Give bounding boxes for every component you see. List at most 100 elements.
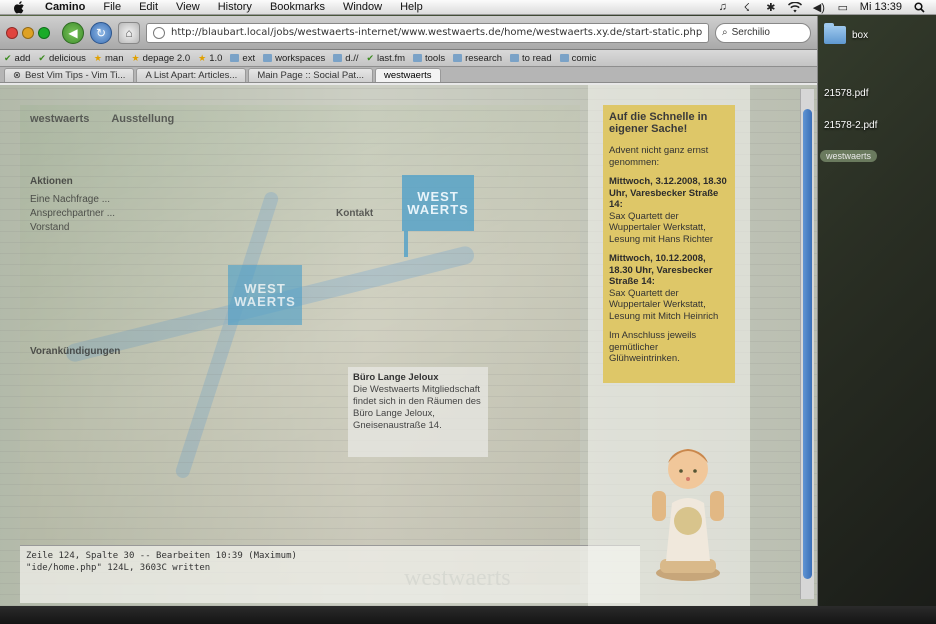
tab-label: A List Apart: Articles... <box>145 70 238 81</box>
bookmark-folder[interactable]: comic <box>559 52 597 64</box>
announcement-title: Auf die Schnelle in eigener Sache! <box>609 111 708 135</box>
bookmark-item[interactable]: ★ 1.0 <box>198 53 222 64</box>
sidebar-item[interactable]: Vorstand <box>30 221 190 235</box>
star-icon: ★ <box>198 52 207 63</box>
desktop-item-label: 21578.pdf <box>824 88 869 99</box>
bookmark-label: d.// <box>345 52 359 64</box>
bookmark-label: tools <box>425 52 446 64</box>
menu-bookmarks[interactable]: Bookmarks <box>261 1 334 13</box>
bookmark-folder[interactable]: d.// <box>333 53 358 64</box>
window-controls <box>6 26 50 39</box>
folder-icon <box>230 54 240 62</box>
sidebar-item[interactable]: Ansprechpartner ... <box>30 207 190 221</box>
bookmarks-bar: ✔ add ✔ delicious ★ man ★ depage 2.0 ★ 1.0 ex… <box>0 50 817 67</box>
bookmark-folder[interactable]: workspaces <box>263 53 325 64</box>
wifi-icon[interactable] <box>787 1 802 13</box>
kontakt-title: Kontakt <box>336 208 374 219</box>
terminal-overlay: Zeile 124, Spalte 30 -- Bearbeiten 10:39… <box>20 545 640 603</box>
bookmark-label: research <box>465 52 503 64</box>
sidebar-heading: Aktionen <box>30 176 73 187</box>
desktop-item-box[interactable]: box <box>824 23 869 44</box>
bookmark-folder[interactable]: to read <box>510 53 552 64</box>
logo-pin <box>404 231 408 257</box>
menu-app-camino[interactable]: Camino <box>36 1 94 13</box>
logo-line: WAERTS <box>407 202 469 217</box>
event-text: Sax Quartett der Wuppertaler Werkstatt, … <box>609 210 714 245</box>
desktop-item-pdf[interactable]: 21578.pdf <box>824 88 869 99</box>
close-tab-icon[interactable]: ⊗ <box>13 70 21 81</box>
sidebar-item[interactable]: Eine Nachfrage ... <box>30 193 190 207</box>
menu-view[interactable]: View <box>167 1 209 13</box>
vertical-scrollbar[interactable] <box>800 89 814 599</box>
menu-history[interactable]: History <box>209 1 261 13</box>
sidebar-heading: Vorankündigungen <box>30 346 121 357</box>
bookmark-folder[interactable]: tools <box>413 53 445 64</box>
browser-window: ◀ ↻ ⌂ http://blaubart.local/jobs/westwae… <box>0 16 818 606</box>
tab-label: Main Page :: Social Pat... <box>257 70 364 81</box>
menu-help[interactable]: Help <box>391 1 432 13</box>
desktop-item-label: box <box>852 29 869 41</box>
star-icon: ★ <box>93 52 102 63</box>
nav-ausstellung[interactable]: Ausstellung <box>111 113 174 125</box>
tab-bar: ⊗ Best Vim Tips - Vim Ti... A List Apart:… <box>0 67 817 83</box>
terminal-line: "ide/home.php" 124L, 3603C written <box>26 563 211 573</box>
event-date: Mittwoch, 10.12.2008, 18.30 Uhr, Varesbe… <box>609 253 713 287</box>
bookmark-item[interactable]: ✔ last.fm <box>366 53 405 64</box>
bookmark-item[interactable]: ✔ add <box>4 53 30 64</box>
tab-social-patterns[interactable]: Main Page :: Social Pat... <box>248 68 373 82</box>
tab-vim-tips[interactable]: ⊗ Best Vim Tips - Vim Ti... <box>4 68 135 82</box>
desktop-item-pdf[interactable]: 21578-2.pdf <box>824 120 877 131</box>
home-button[interactable]: ⌂ <box>118 21 140 44</box>
menu-window[interactable]: Window <box>334 1 391 13</box>
buero-text: Die Westwaerts Mitgliedschaft findet sic… <box>353 384 481 431</box>
desktop: box 21578.pdf 21578-2.pdf westwaerts <box>818 16 936 624</box>
bookmark-label: delicious <box>48 52 86 64</box>
bookmark-label: 1.0 <box>209 52 223 64</box>
script-icon[interactable]: ☇ <box>740 1 754 14</box>
zoom-window-button[interactable] <box>38 26 50 39</box>
apple-icon[interactable] <box>12 0 26 14</box>
menu-file[interactable]: File <box>94 1 130 13</box>
bluetooth-icon[interactable]: ✱ <box>764 1 778 14</box>
bookmark-label: add <box>14 52 31 64</box>
battery-icon[interactable]: ▭ <box>836 1 850 14</box>
tab-label: Best Vim Tips - Vim Ti... <box>24 70 126 81</box>
spotlight-search-icon[interactable] <box>912 1 926 13</box>
check-icon: ✔ <box>38 52 46 63</box>
menu-clock[interactable]: Mi 13:39 <box>860 1 902 13</box>
bookmark-item[interactable]: ★ man <box>94 53 124 64</box>
bottom-strip <box>0 606 936 624</box>
folder-icon <box>453 54 463 62</box>
bookmark-folder[interactable]: ext <box>230 53 255 64</box>
kontakt-block: Kontakt <box>336 207 373 220</box>
announcement-box: Auf die Schnelle in eigener Sache! Adven… <box>603 105 735 383</box>
bookmark-label: last.fm <box>377 52 405 64</box>
folder-icon <box>263 54 273 62</box>
nav-westwaerts[interactable]: westwaerts <box>30 113 89 125</box>
search-value: Serchilio <box>731 27 770 38</box>
bookmark-folder[interactable]: research <box>453 53 502 64</box>
event-date: Mittwoch, 3.12.2008, 18.30 Uhr, Varesbec… <box>609 176 727 210</box>
scrollbar-thumb[interactable] <box>803 109 812 579</box>
page-content: westwaerts Ausstellung Aktionen Eine Nac… <box>0 85 817 606</box>
bookmark-label: man <box>105 52 124 64</box>
volume-icon[interactable]: ◀) <box>812 1 826 14</box>
star-icon: ★ <box>131 52 140 63</box>
bookmark-label: comic <box>571 52 597 64</box>
music-note-icon[interactable]: ♫ <box>716 1 730 13</box>
bookmark-label: ext <box>242 52 256 64</box>
reload-button[interactable]: ↻ <box>90 21 112 44</box>
tab-westwaerts[interactable]: westwaerts <box>375 68 441 82</box>
bookmark-item[interactable]: ★ depage 2.0 <box>131 53 190 64</box>
bookmark-item[interactable]: ✔ delicious <box>38 53 86 64</box>
menu-edit[interactable]: Edit <box>130 1 167 13</box>
url-field[interactable]: http://blaubart.local/jobs/westwaerts-in… <box>146 22 709 43</box>
tab-a-list-apart[interactable]: A List Apart: Articles... <box>136 68 247 82</box>
search-field[interactable]: ⌕ Serchilio <box>715 22 811 43</box>
announcement-intro: Advent nicht ganz ernst genommen: <box>609 145 709 168</box>
sidebar: Aktionen Eine Nachfrage ... Ansprechpart… <box>30 175 190 363</box>
close-window-button[interactable] <box>6 26 18 39</box>
back-button[interactable]: ◀ <box>62 21 84 44</box>
folder-icon <box>824 23 846 44</box>
minimize-window-button[interactable] <box>22 26 34 39</box>
